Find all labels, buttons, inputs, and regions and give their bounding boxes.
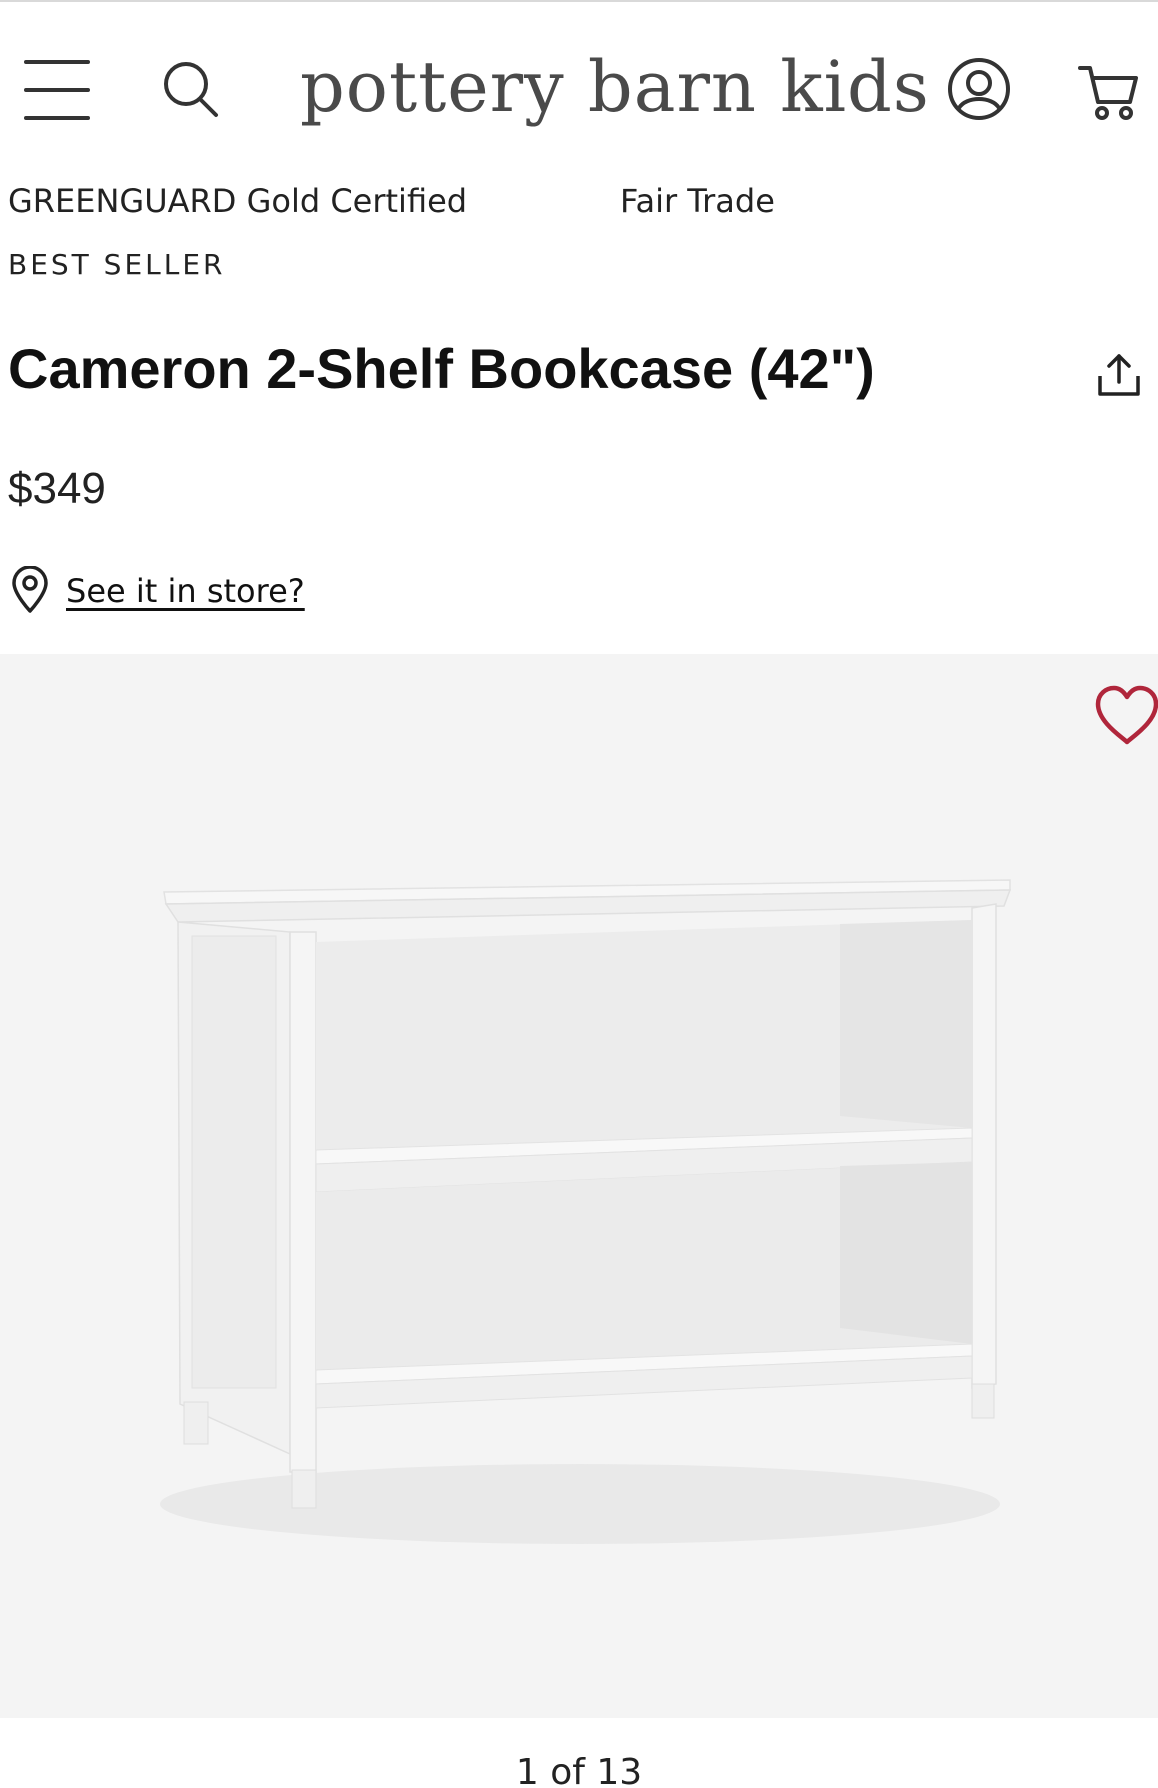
cart-button[interactable] xyxy=(1076,58,1142,124)
product-price: $349 xyxy=(8,464,106,513)
search-icon xyxy=(164,62,218,117)
product-image-gallery[interactable] xyxy=(0,654,1158,1718)
greenguard-badge: GREENGUARD Gold Certified xyxy=(8,182,468,220)
account-button[interactable] xyxy=(946,56,1012,122)
best-seller-badge: BEST SELLER xyxy=(8,248,226,281)
account-icon xyxy=(948,58,1010,120)
share-button[interactable] xyxy=(1096,352,1142,398)
search-button[interactable] xyxy=(160,58,224,122)
brand-logo[interactable]: pottery barn kids xyxy=(300,42,929,132)
product-title: Cameron 2-Shelf Bookcase (42") xyxy=(8,337,875,400)
heart-icon xyxy=(1095,685,1158,745)
location-pin-icon xyxy=(12,566,48,613)
share-icon xyxy=(1098,354,1140,396)
site-header: pottery barn kids xyxy=(0,2,1158,172)
fair-trade-badge: Fair Trade xyxy=(620,182,775,220)
cart-icon xyxy=(1078,66,1138,120)
menu-button[interactable] xyxy=(24,60,94,120)
favorite-button[interactable] xyxy=(1092,684,1158,748)
hamburger-menu-icon xyxy=(24,60,90,64)
see-in-store-link[interactable]: See it in store? xyxy=(66,572,305,610)
image-pager: 1 of 13 xyxy=(515,1752,643,1788)
product-image-bookcase xyxy=(160,879,1012,1544)
